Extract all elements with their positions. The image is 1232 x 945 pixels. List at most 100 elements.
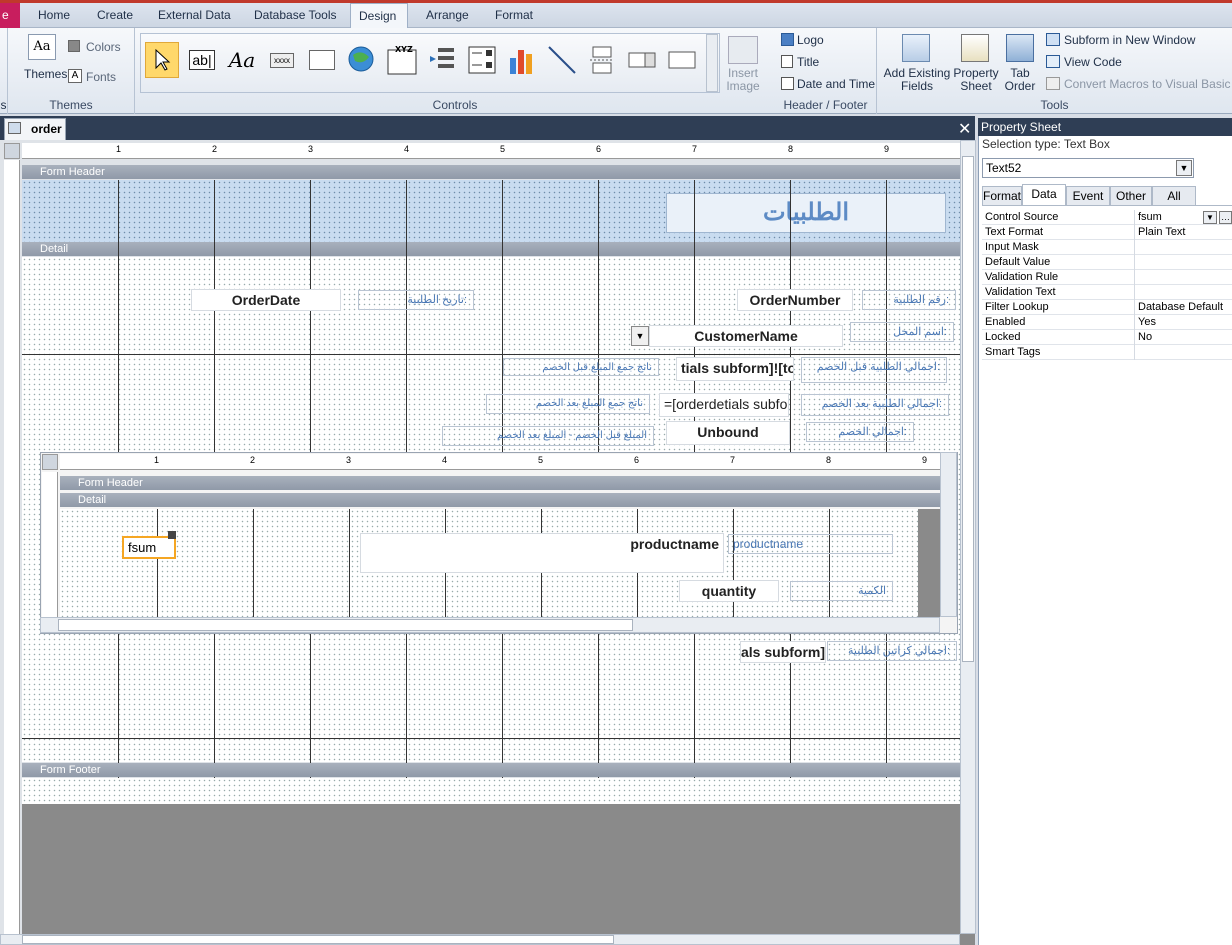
customer-name-combobox[interactable]: CustomerName — [649, 325, 843, 347]
discount-unbound-textbox[interactable]: Unbound — [666, 421, 790, 445]
subform-total-label[interactable]: اجمالي كراتين الطلبية: — [827, 641, 957, 661]
subform-detail-band[interactable]: Detail — [60, 493, 940, 507]
property-tab-other[interactable]: Other — [1110, 186, 1152, 206]
property-value[interactable] — [1135, 255, 1138, 269]
property-value[interactable] — [1135, 345, 1138, 359]
detail-band[interactable]: Detail — [22, 242, 960, 256]
customer-name-label[interactable]: اسم المحل: — [850, 322, 954, 342]
property-value[interactable] — [1135, 285, 1138, 299]
themes-button[interactable]: Themes — [24, 67, 67, 81]
form-selector[interactable] — [4, 143, 20, 159]
logo-button[interactable]: Logo — [797, 33, 824, 47]
add-existing-fields-button[interactable]: Add Existing Fields — [880, 67, 954, 93]
form-footer-band[interactable]: Form Footer — [22, 763, 960, 777]
property-row[interactable]: Text Format Plain Text — [982, 225, 1232, 240]
selection-dropdown[interactable]: Text52 — [982, 158, 1194, 178]
tab-database-tools[interactable]: Database Tools — [246, 5, 345, 27]
tab-arrange[interactable]: Arrange — [418, 5, 477, 27]
quantity-label[interactable]: الكمية — [790, 581, 893, 601]
property-row[interactable]: Filter Lookup Database Default — [982, 300, 1232, 315]
date-time-button[interactable]: Date and Time — [797, 77, 875, 91]
order-number-textbox[interactable]: OrderNumber — [737, 289, 853, 311]
total-before-discount-label[interactable]: اجمالي الطلبية قبل الخصم: — [801, 357, 947, 383]
property-value[interactable]: Database Default — [1135, 300, 1223, 314]
tab-format[interactable]: Format — [487, 5, 541, 27]
page-break-icon[interactable] — [585, 42, 619, 78]
tab-order-button[interactable]: Tab Order — [1002, 67, 1038, 93]
property-row[interactable]: Validation Rule — [982, 270, 1232, 285]
control-source-dropdown-icon[interactable]: ▼ — [1203, 211, 1217, 224]
property-value[interactable]: Plain Text — [1135, 225, 1186, 239]
subform-selector[interactable] — [42, 454, 58, 470]
property-tab-format[interactable]: Format — [982, 186, 1022, 206]
property-row[interactable]: Validation Text — [982, 285, 1232, 300]
form-header-band[interactable]: Form Header — [22, 165, 960, 179]
form-title-label[interactable]: الطلبيات — [666, 193, 946, 233]
property-tab-data[interactable]: Data — [1022, 184, 1066, 206]
total-after-discount-label[interactable]: اجمالي الطلبية بعد الخصم: — [801, 394, 949, 416]
select-pointer-icon[interactable] — [145, 42, 179, 78]
convert-macros-button[interactable]: Convert Macros to Visual Basic — [1064, 77, 1231, 91]
subform-total-textbox[interactable]: als subform]![ — [740, 641, 826, 663]
property-row[interactable]: Enabled Yes — [982, 315, 1232, 330]
sum-after-discount-label[interactable]: ناتج جمع المبلغ بعد الخصم — [486, 394, 650, 414]
property-value[interactable] — [1135, 240, 1138, 254]
main-vertical-scroll-thumb[interactable] — [962, 156, 974, 662]
button-control-icon[interactable]: xxxx — [265, 42, 299, 78]
order-number-label[interactable]: رقم الطلبية: — [862, 290, 956, 310]
controls-gallery-scroll[interactable] — [706, 34, 718, 92]
property-sheet-button[interactable]: Property Sheet — [950, 67, 1002, 93]
combo-box-icon[interactable] — [625, 42, 659, 78]
view-code-button[interactable]: View Code — [1064, 55, 1122, 69]
web-browser-control-icon[interactable]: XYZ — [385, 42, 419, 78]
property-value[interactable]: fsum — [1135, 210, 1162, 224]
productname-label[interactable]: productname — [728, 534, 893, 554]
property-value[interactable]: No — [1135, 330, 1152, 344]
title-button[interactable]: Title — [797, 55, 819, 69]
builder-ellipsis-icon[interactable]: … — [1219, 211, 1232, 224]
chart-control-icon[interactable] — [505, 42, 539, 78]
property-row[interactable]: Default Value — [982, 255, 1232, 270]
insert-image-button[interactable]: Insert Image — [723, 67, 763, 93]
main-horizontal-scroll-thumb[interactable] — [22, 935, 614, 944]
order-date-label[interactable]: تاريخ الطلبية: — [358, 290, 474, 310]
subform-vertical-scrollbar[interactable] — [940, 452, 957, 617]
customer-combo-dropdown-icon[interactable]: ▼ — [631, 326, 649, 346]
close-document-icon[interactable]: ✕ — [958, 119, 971, 139]
property-tab-event[interactable]: Event — [1066, 186, 1110, 206]
property-row[interactable]: Input Mask — [982, 240, 1232, 255]
textbox-control-icon[interactable]: ab| — [185, 42, 219, 78]
fsum-textbox-selected[interactable]: fsum — [122, 536, 176, 559]
colors-button[interactable]: Colors — [86, 40, 121, 54]
themes-icon[interactable]: Aa — [28, 34, 56, 60]
order-date-textbox[interactable]: OrderDate — [191, 289, 341, 311]
property-value[interactable]: Yes — [1135, 315, 1156, 329]
line-control-icon[interactable] — [545, 42, 579, 78]
quantity-textbox[interactable]: quantity — [679, 580, 779, 602]
property-row[interactable]: Control Source fsum — [982, 210, 1232, 225]
file-tab[interactable]: e — [0, 3, 20, 28]
tab-home[interactable]: Home — [30, 5, 78, 27]
tab-design[interactable]: Design — [350, 3, 408, 28]
rectangle-control-icon[interactable] — [665, 42, 699, 78]
total-before-discount-textbox[interactable]: tials subform]![to — [676, 357, 794, 381]
property-tab-all[interactable]: All — [1152, 186, 1196, 206]
subform-header-band[interactable]: Form Header — [60, 476, 940, 490]
selection-chevron-down-icon[interactable]: ▼ — [1176, 160, 1192, 176]
productname-textbox[interactable]: productname — [360, 533, 724, 573]
tab-control-icon[interactable] — [305, 42, 339, 78]
discount-label[interactable]: اجمالي الخصم: — [806, 422, 914, 442]
property-value[interactable] — [1135, 270, 1138, 284]
total-after-discount-textbox[interactable]: =[orderdetials subfo — [659, 393, 789, 417]
sum-before-discount-label[interactable]: ناتج جمع المبلغ قبل الخصم — [503, 358, 659, 376]
property-row[interactable]: Locked No — [982, 330, 1232, 345]
hyperlink-control-icon[interactable] — [345, 42, 379, 78]
fonts-button[interactable]: Fonts — [86, 70, 116, 84]
navigation-control-icon[interactable] — [425, 42, 459, 78]
tab-external-data[interactable]: External Data — [150, 5, 239, 27]
label-control-icon[interactable]: Aa — [225, 42, 259, 78]
subform-new-window-button[interactable]: Subform in New Window — [1064, 33, 1195, 47]
option-group-icon[interactable] — [465, 42, 499, 78]
discount-formula-label[interactable]: المبلغ قبل الخصم - المبلغ بعد الخصم — [442, 426, 654, 446]
tab-create[interactable]: Create — [89, 5, 141, 27]
